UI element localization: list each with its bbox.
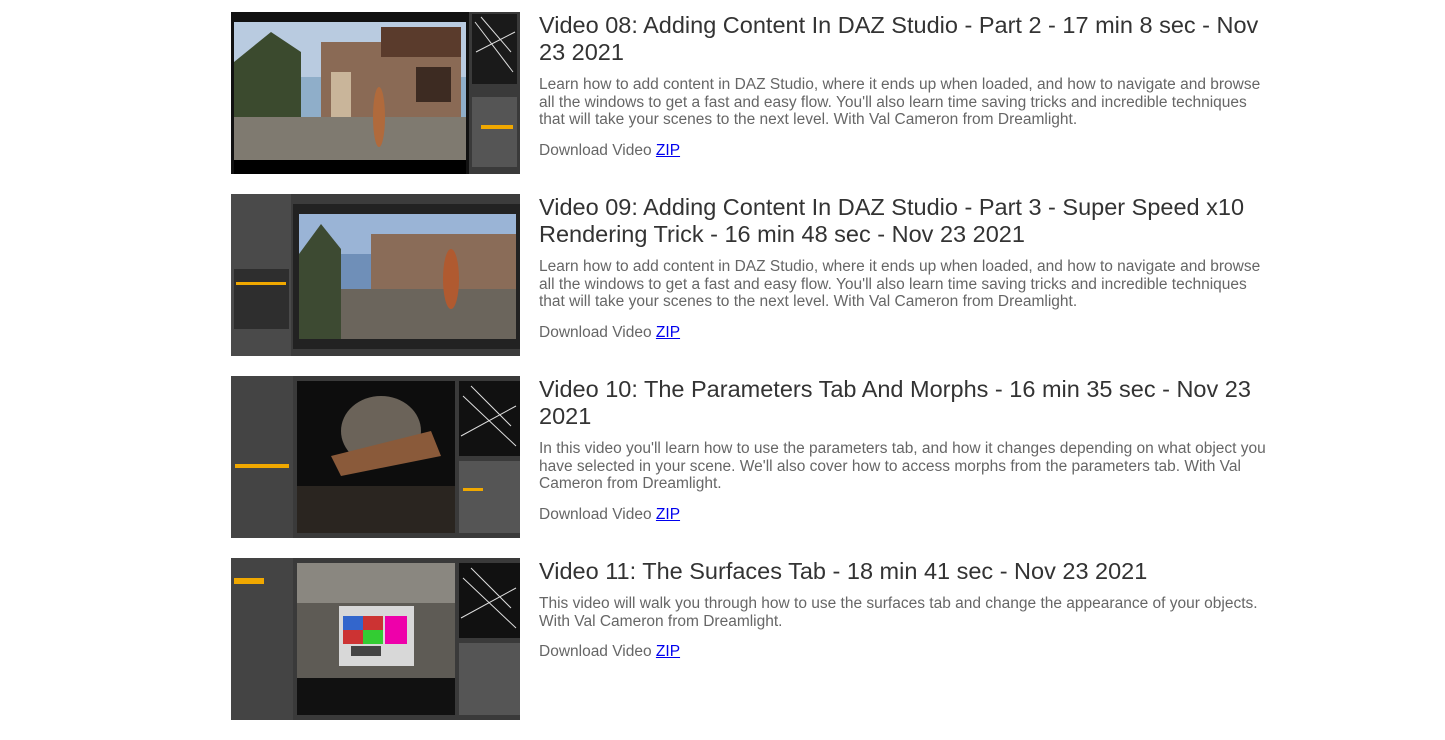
video-info: Video 09: Adding Content In DAZ Studio -… [539, 194, 1269, 342]
video-info: Video 10: The Parameters Tab And Morphs … [539, 376, 1269, 524]
zip-download-link[interactable]: ZIP [656, 142, 680, 159]
video-title: Video 08: Adding Content In DAZ Studio -… [539, 12, 1259, 65]
download-label: Download Video [539, 643, 652, 660]
download-label: Download Video [539, 323, 652, 341]
download-row: Download Video ZIP [539, 324, 1269, 342]
video-title: Video 09: Adding Content In DAZ Studio -… [539, 194, 1245, 247]
video-info: Video 11: The Surfaces Tab - 18 min 41 s… [539, 558, 1269, 661]
video-thumbnail [231, 194, 520, 356]
video-item: Video 11: The Surfaces Tab - 18 min 41 s… [231, 558, 1271, 740]
video-list: Video 08: Adding Content In DAZ Studio -… [231, 12, 1271, 740]
zip-download-link[interactable]: ZIP [656, 643, 680, 660]
download-label: Download Video [539, 141, 652, 159]
video-thumbnail [231, 558, 520, 720]
video-thumbnail [231, 12, 520, 174]
video-item: Video 10: The Parameters Tab And Morphs … [231, 376, 1271, 558]
download-row: Download Video ZIP [539, 142, 1269, 160]
download-row: Download Video ZIP [539, 643, 1269, 661]
video-description: This video will walk you through how to … [539, 595, 1258, 630]
zip-download-link[interactable]: ZIP [656, 506, 680, 523]
video-description: Learn how to add content in DAZ Studio, … [539, 258, 1261, 310]
video-description: Learn how to add content in DAZ Studio, … [539, 76, 1261, 128]
video-info: Video 08: Adding Content In DAZ Studio -… [539, 12, 1269, 160]
video-item: Video 08: Adding Content In DAZ Studio -… [231, 12, 1271, 194]
download-label: Download Video [539, 505, 652, 523]
download-row: Download Video ZIP [539, 506, 1269, 524]
video-item: Video 09: Adding Content In DAZ Studio -… [231, 194, 1271, 376]
video-title: Video 11: The Surfaces Tab - 18 min 41 s… [539, 558, 1148, 584]
video-thumbnail [231, 376, 520, 538]
video-title: Video 10: The Parameters Tab And Morphs … [539, 376, 1251, 429]
zip-download-link[interactable]: ZIP [656, 324, 680, 341]
video-description: In this video you'll learn how to use th… [539, 440, 1266, 492]
